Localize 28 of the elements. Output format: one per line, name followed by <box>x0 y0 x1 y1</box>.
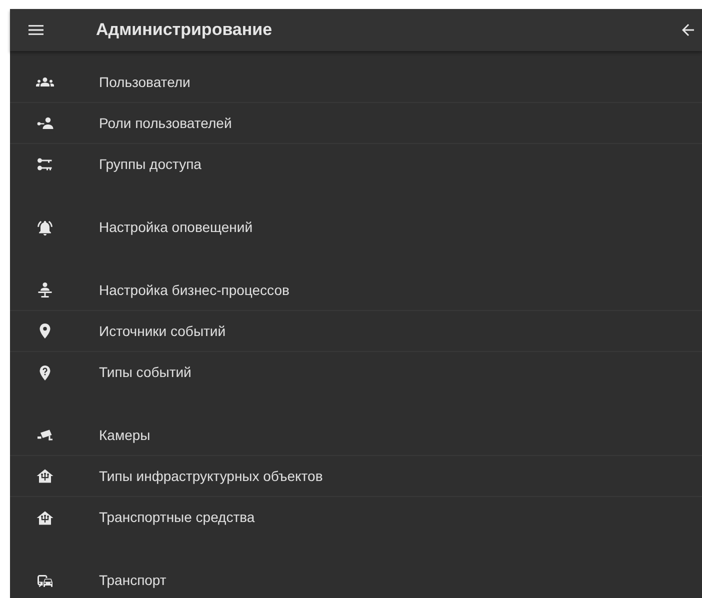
menu-item-label: Транспорт <box>99 571 166 590</box>
menu-item[interactable]: Транспортные средства <box>10 497 702 538</box>
menu-item[interactable]: Типы инфраструктурных объектов <box>10 456 702 497</box>
menu-item[interactable]: Пользователи <box>10 62 702 103</box>
menu-item-label: Настройка оповещений <box>99 218 253 237</box>
keys-icon <box>36 156 54 174</box>
house-network-icon <box>36 508 54 526</box>
menu-item-label: Группы доступа <box>99 155 202 174</box>
menu-item-label: Роли пользователей <box>99 114 232 132</box>
menu-item[interactable]: Транспорт <box>10 560 702 598</box>
menu-item[interactable]: Типы событий <box>10 352 702 393</box>
bell-icon <box>36 218 54 236</box>
menu-item[interactable]: Роли пользователей <box>10 103 702 144</box>
menu-item-label: Типы событий <box>99 363 192 382</box>
menu-item-label: Настройка бизнес-процессов <box>99 280 290 300</box>
menu-item-label: Пользователи <box>99 72 190 92</box>
menu-item[interactable]: Группы доступа <box>10 144 702 185</box>
menu-item-label: Транспортные средства <box>99 508 255 527</box>
menu-item[interactable]: Настройка оповещений <box>10 207 702 248</box>
panel-title: Администрирование <box>96 19 272 42</box>
menu-item[interactable]: Источники событий <box>10 311 702 352</box>
menu-item-label: Типы инфраструктурных объектов <box>99 466 323 486</box>
menu-item-label: Камеры <box>99 426 150 445</box>
person-desk-icon <box>36 281 54 299</box>
menu-item[interactable]: Камеры <box>10 415 702 456</box>
menu-item[interactable]: Настройка бизнес-процессов <box>10 270 702 311</box>
menu-item-label: Источники событий <box>99 322 226 340</box>
house-network-icon <box>36 467 54 485</box>
